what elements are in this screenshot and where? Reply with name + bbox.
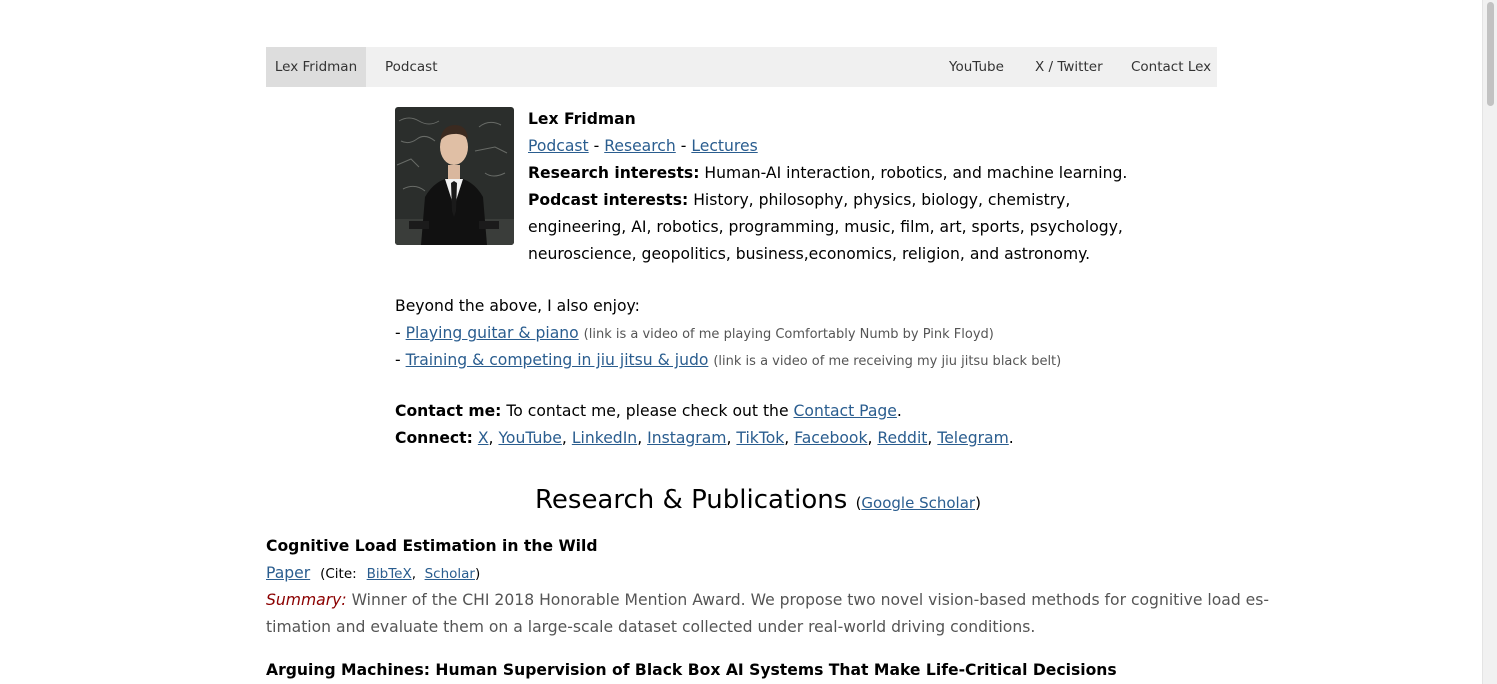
profile-link-podcast[interactable]: Podcast bbox=[528, 137, 589, 155]
comma: , bbox=[784, 429, 790, 447]
period: . bbox=[1008, 429, 1014, 447]
paper-title: Arguing Machines: Human Supervision of B… bbox=[266, 661, 1117, 679]
comma: , bbox=[488, 429, 494, 447]
research-publications-heading: Research & Publications (Google Scholar) bbox=[535, 482, 981, 521]
guitar-piano-video-link[interactable]: Playing guitar & piano bbox=[406, 324, 579, 342]
research-interests-text: Human-AI interaction, robotics, and mach… bbox=[704, 164, 1128, 182]
connect-label: Connect: bbox=[395, 429, 473, 447]
comma: , bbox=[726, 429, 732, 447]
enjoy-item-jiu-jitsu: - Training & competing in jiu jitsu & ju… bbox=[395, 347, 1061, 375]
summary-text-1: Winner of the CHI 2018 Honorable Mention… bbox=[351, 591, 1270, 609]
paren-close: ) bbox=[975, 494, 981, 512]
paper-links: Paper (Cite: BibTeX, Scholar) bbox=[266, 560, 480, 588]
profile-name: Lex Fridman bbox=[528, 110, 636, 128]
paper-title: Cognitive Load Estimation in the Wild bbox=[266, 537, 598, 555]
nav-youtube[interactable]: YouTube bbox=[949, 47, 1004, 87]
cite-open: (Cite: bbox=[320, 566, 357, 582]
connect-link-facebook[interactable]: Facebook bbox=[794, 429, 867, 447]
jiu-jitsu-video-link[interactable]: Training & competing in jiu jitsu & judo bbox=[406, 351, 709, 369]
connect-line: Connect: X, YouTube, LinkedIn, Instagram… bbox=[395, 425, 1014, 452]
profile-link-research[interactable]: Research bbox=[604, 137, 676, 155]
connect-link-x[interactable]: X bbox=[478, 429, 489, 447]
jiu-jitsu-video-note: (link is a video of me receiving my jiu … bbox=[713, 354, 1062, 369]
bullet-dash: - bbox=[395, 351, 401, 369]
paper-summary-line-1: Summary: Winner of the CHI 2018 Honorabl… bbox=[266, 587, 1269, 614]
comma: , bbox=[637, 429, 643, 447]
podcast-interests-text-2: engineering, AI, robotics, programming, … bbox=[528, 218, 1123, 236]
podcast-interests: Podcast interests: History, philosophy, … bbox=[528, 187, 1070, 214]
nav-contact-lex[interactable]: Contact Lex bbox=[1131, 47, 1211, 87]
scrollbar-thumb[interactable] bbox=[1487, 2, 1494, 106]
bibtex-link[interactable]: BibTeX bbox=[367, 566, 412, 582]
contact-text: To contact me, please check out the bbox=[506, 402, 789, 420]
comma: , bbox=[561, 429, 567, 447]
connect-link-tiktok[interactable]: TikTok bbox=[736, 429, 784, 447]
comma: , bbox=[411, 566, 416, 582]
research-publications-title: Research & Publications bbox=[535, 485, 848, 515]
nav-podcast[interactable]: Podcast bbox=[385, 47, 438, 87]
paper-summary-line-2: timation and evaluate them on a large-sc… bbox=[266, 618, 1036, 636]
cite-close: ) bbox=[474, 566, 481, 582]
podcast-interests-text-3: neuroscience, geopolitics, business,econ… bbox=[528, 245, 1091, 263]
podcast-interests-text-1: History, philosophy, physics, biology, c… bbox=[693, 191, 1071, 209]
contact-label: Contact me: bbox=[395, 402, 502, 420]
profile-links: Podcast - Research - Lectures bbox=[528, 133, 758, 160]
bullet-dash: - bbox=[395, 324, 401, 342]
nav-home-lex-fridman[interactable]: Lex Fridman bbox=[266, 47, 366, 87]
nav-x-twitter[interactable]: X / Twitter bbox=[1035, 47, 1103, 87]
period: . bbox=[896, 402, 902, 420]
research-interests-label: Research interests: bbox=[528, 164, 700, 182]
summary-label: Summary: bbox=[266, 591, 347, 609]
connect-link-youtube[interactable]: YouTube bbox=[498, 429, 561, 447]
contact-line: Contact me: To contact me, please check … bbox=[395, 398, 902, 425]
connect-link-instagram[interactable]: Instagram bbox=[647, 429, 726, 447]
comma: , bbox=[867, 429, 873, 447]
profile-photo-image bbox=[395, 107, 514, 245]
connect-link-linkedin[interactable]: LinkedIn bbox=[572, 429, 637, 447]
podcast-interests-label: Podcast interests: bbox=[528, 191, 689, 209]
profile-photo bbox=[395, 107, 514, 245]
enjoy-item-guitar: - Playing guitar & piano (link is a vide… bbox=[395, 320, 994, 348]
enjoy-intro: Beyond the above, I also enjoy: bbox=[395, 297, 640, 315]
contact-page-link[interactable]: Contact Page bbox=[794, 402, 897, 420]
comma: , bbox=[927, 429, 933, 447]
paper-pdf-link[interactable]: Paper bbox=[266, 564, 310, 582]
profile-link-lectures[interactable]: Lectures bbox=[691, 137, 757, 155]
page-scrollbar[interactable] bbox=[1482, 0, 1497, 684]
scholar-link[interactable]: Scholar bbox=[425, 566, 475, 582]
link-separator: - bbox=[593, 137, 600, 155]
connect-link-telegram[interactable]: Telegram bbox=[937, 429, 1008, 447]
google-scholar-link[interactable]: Google Scholar bbox=[861, 494, 975, 512]
link-separator: - bbox=[680, 137, 687, 155]
top-navbar: Lex Fridman Podcast YouTube X / Twitter … bbox=[266, 47, 1217, 87]
guitar-video-note: (link is a video of me playing Comfortab… bbox=[583, 327, 994, 342]
connect-link-reddit[interactable]: Reddit bbox=[877, 429, 927, 447]
research-interests: Research interests: Human-AI interaction… bbox=[528, 160, 1127, 187]
